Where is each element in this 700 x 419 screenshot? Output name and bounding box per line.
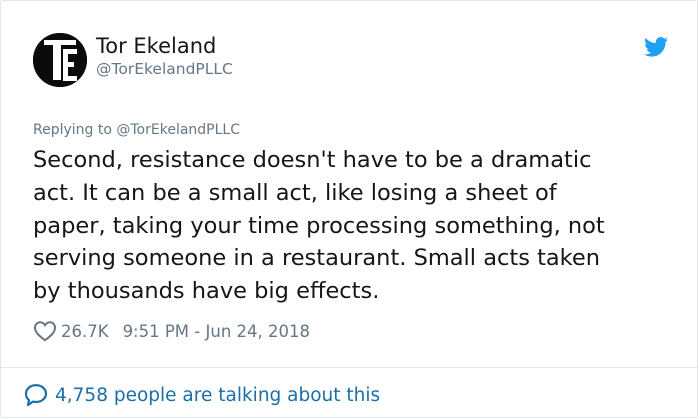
- author-avatar[interactable]: [33, 33, 87, 87]
- tweet-line: serving someone in a restaurant. Small a…: [33, 245, 601, 272]
- embedded-tweet-card: Tor Ekeland @TorEkelandPLLC Replying to …: [0, 0, 698, 418]
- conversation-link[interactable]: 4,758 people are talking about this: [23, 381, 380, 409]
- like-count[interactable]: 26.7K: [61, 322, 109, 341]
- footer-divider: [1, 367, 697, 368]
- author-name[interactable]: Tor Ekeland: [96, 33, 216, 59]
- tweet-line: paper, taking your time processing somet…: [33, 212, 605, 239]
- te-logo-icon: [33, 33, 87, 87]
- tweet-text: Second, resistance doesn't have to be a …: [33, 144, 673, 308]
- twitter-bird-icon[interactable]: [644, 37, 668, 57]
- tweet-timestamp[interactable]: 9:51 PM - Jun 24, 2018: [123, 322, 310, 341]
- heart-outline-icon[interactable]: [33, 320, 57, 342]
- replying-to-label: Replying to @TorEkelandPLLC: [33, 122, 240, 138]
- tweet-line: act. It can be a small act, like losing …: [33, 179, 557, 206]
- author-handle[interactable]: @TorEkelandPLLC: [96, 59, 233, 79]
- tweet-line: Second, resistance doesn't have to be a …: [33, 147, 592, 173]
- tweet-line: by thousands have big effects.: [33, 278, 380, 305]
- talking-about-text[interactable]: 4,758 people are talking about this: [55, 385, 380, 406]
- tweet-meta: 26.7K 9:51 PM - Jun 24, 2018: [33, 319, 310, 343]
- speech-bubble-icon: [24, 384, 48, 407]
